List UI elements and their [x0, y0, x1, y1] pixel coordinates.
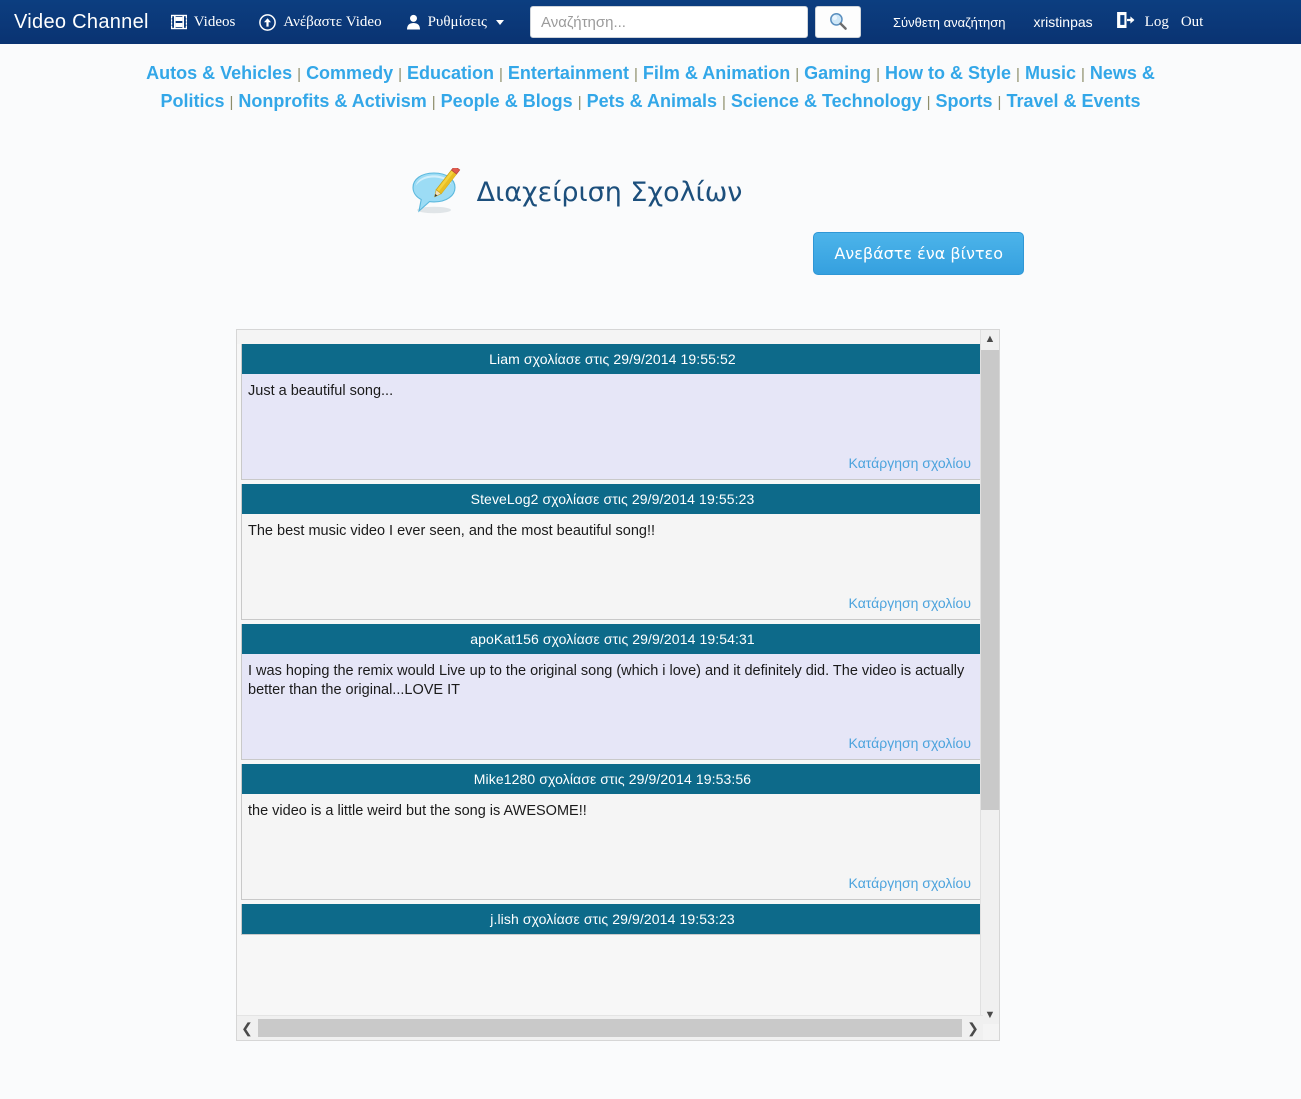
delete-comment-link[interactable]: Κατάργηση σχολίου	[849, 734, 971, 753]
comment-text: The best music video I ever seen, and th…	[248, 523, 656, 539]
category-links: Autos & Vehicles | Commedy | Education | Enter…	[0, 44, 1301, 124]
comment-text: Just a beautiful song...	[248, 383, 394, 399]
category-link[interactable]: Travel & Events	[1006, 91, 1140, 111]
nav-label-settings: Ρυθμίσεις	[427, 13, 487, 30]
upload-video-button[interactable]: Ανεβάστε ένα βίντεο	[813, 232, 1024, 275]
category-separator: |	[633, 66, 638, 83]
film-icon	[170, 14, 187, 30]
category-link[interactable]: Science & Technology	[731, 91, 922, 111]
category-link[interactable]: Autos & Vehicles	[146, 63, 292, 83]
upload-circle-icon	[259, 13, 277, 31]
search-area	[529, 6, 861, 38]
comment-header: j.lish σχολίασε στις 29/9/2014 19:53:23	[242, 904, 983, 934]
comment-pencil-icon	[409, 165, 461, 216]
comment-text: the video is a little weird but the song…	[248, 803, 587, 819]
comment-card: Mike1280 σχολίασε στις 29/9/2014 19:53:5…	[241, 764, 984, 900]
scroll-down-arrow-icon[interactable]: ▼	[981, 1006, 999, 1024]
category-link[interactable]: Film & Animation	[643, 63, 790, 83]
comment-header: Liam σχολίασε στις 29/9/2014 19:55:52	[242, 344, 983, 374]
search-input[interactable]	[529, 6, 808, 38]
category-link[interactable]: People & Blogs	[441, 91, 573, 111]
scroll-up-arrow-icon[interactable]: ▲	[981, 330, 999, 348]
nav-item-settings[interactable]: Ρυθμίσεις	[394, 14, 516, 31]
user-icon	[406, 14, 421, 30]
page-title-row: Διαχείριση Σχολίων	[0, 165, 1301, 216]
category-link[interactable]: Sports	[936, 91, 993, 111]
comments-list: Liam σχολίασε στις 29/9/2014 19:55:52 Jus…	[237, 344, 984, 1016]
scroll-left-arrow-icon[interactable]: ❮	[237, 1016, 257, 1040]
nav-label-upload-video: Ανέβαστε Video	[283, 13, 382, 30]
advanced-search-link[interactable]: Σύνθετη αναζήτηση	[879, 15, 1020, 30]
navbar-right-group: Σύνθετη αναζήτηση xristinpas Log Out	[879, 11, 1216, 33]
nav-item-upload-video[interactable]: Ανέβαστε Video	[247, 14, 393, 31]
category-separator: |	[297, 66, 302, 83]
page-title: Διαχείριση Σχολίων	[476, 176, 743, 208]
category-separator: |	[229, 94, 234, 111]
category-separator: |	[1016, 66, 1020, 83]
horizontal-scrollbar[interactable]: ❮ ❯	[237, 1015, 983, 1040]
comment-card: Liam σχολίασε στις 29/9/2014 19:55:52 Jus…	[241, 344, 984, 480]
comment-card: apoKat156 σχολίασε στις 29/9/2014 19:54:…	[241, 624, 984, 760]
vertical-scroll-thumb[interactable]	[981, 350, 999, 810]
category-separator: |	[795, 66, 800, 83]
category-separator: |	[1080, 66, 1085, 83]
comment-body: I was hoping the remix would Live up to …	[242, 654, 983, 759]
comment-header: apoKat156 σχολίασε στις 29/9/2014 19:54:…	[242, 624, 983, 654]
upload-button-row: Ανεβάστε ένα βίντεο	[0, 232, 1301, 275]
category-link[interactable]: Music	[1025, 63, 1076, 83]
delete-comment-link[interactable]: Κατάργηση σχολίου	[849, 874, 971, 893]
category-separator: |	[431, 94, 436, 111]
comment-body: The best music video I ever seen, and th…	[242, 514, 983, 619]
scroll-right-arrow-icon[interactable]: ❯	[963, 1016, 983, 1040]
comment-header: SteveLog2 σχολίασε στις 29/9/2014 19:55:…	[242, 484, 983, 514]
magnifier-icon	[828, 11, 848, 34]
logout-label-log: Log	[1144, 13, 1169, 30]
category-link[interactable]: Education	[407, 63, 494, 83]
comment-card: SteveLog2 σχολίασε στις 29/9/2014 19:55:…	[241, 484, 984, 620]
category-separator: |	[722, 94, 726, 111]
brand-logo[interactable]: Video Channel	[0, 11, 159, 34]
comment-header: Mike1280 σχολίασε στις 29/9/2014 19:53:5…	[242, 764, 983, 794]
category-link[interactable]: Commedy	[306, 63, 393, 83]
category-link[interactable]: How to & Style	[885, 63, 1011, 83]
category-separator: |	[926, 94, 931, 111]
category-separator: |	[876, 66, 881, 83]
comment-card: j.lish σχολίασε στις 29/9/2014 19:53:23	[241, 904, 984, 935]
category-link[interactable]: Nonprofits & Activism	[238, 91, 426, 111]
nav-label-videos: Videos	[193, 13, 236, 30]
top-navbar: Video Channel Videos Ανέβαστε Video Ρυθμ…	[0, 0, 1301, 44]
current-username[interactable]: xristinpas	[1020, 14, 1107, 30]
logout-button[interactable]: Log Out	[1107, 11, 1216, 33]
delete-comment-link[interactable]: Κατάργηση σχολίου	[849, 594, 971, 613]
comment-body: Just a beautiful song... Κατάργηση σχολίο…	[242, 374, 983, 479]
category-separator: |	[398, 66, 402, 83]
logout-label-out: Out	[1180, 13, 1204, 30]
comment-body: the video is a little weird but the song…	[242, 794, 983, 899]
comment-text: I was hoping the remix would Live up to …	[248, 663, 965, 698]
category-link[interactable]: Gaming	[804, 63, 871, 83]
search-button[interactable]	[814, 6, 861, 38]
chevron-down-icon	[495, 19, 504, 25]
nav-item-videos[interactable]: Videos	[159, 14, 248, 31]
horizontal-scroll-thumb[interactable]	[258, 1019, 962, 1037]
category-separator: |	[499, 66, 503, 83]
category-link[interactable]: Pets & Animals	[587, 91, 717, 111]
category-link[interactable]: Entertainment	[508, 63, 629, 83]
category-separator: |	[997, 94, 1002, 111]
vertical-scrollbar[interactable]: ▲ ▼	[980, 330, 999, 1024]
category-separator: |	[577, 94, 582, 111]
delete-comment-link[interactable]: Κατάργηση σχολίου	[849, 454, 971, 473]
comments-panel: Liam σχολίασε στις 29/9/2014 19:55:52 Jus…	[236, 329, 1000, 1041]
logout-icon	[1116, 11, 1135, 33]
